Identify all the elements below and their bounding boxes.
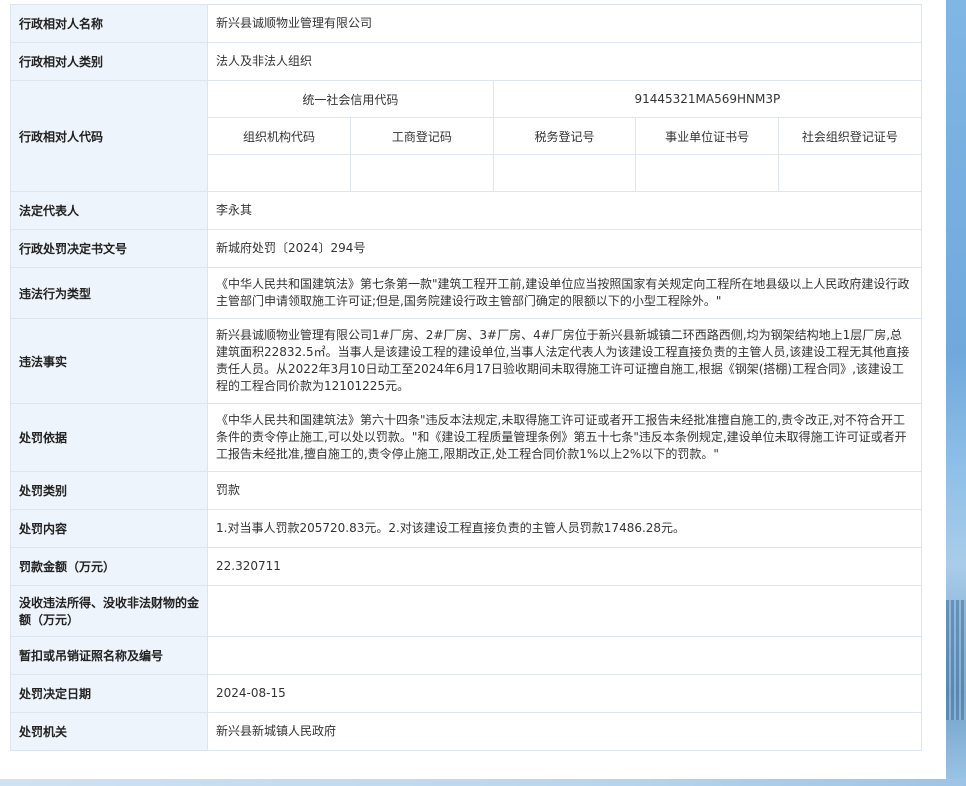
label-legal-rep: 法定代表人 — [10, 191, 208, 230]
value-penalty-content: 1.对当事人罚款205720.83元。2.对该建设工程直接负责的主管人员罚款17… — [207, 509, 922, 548]
tax-reg-value — [492, 154, 636, 191]
value-confiscation — [207, 585, 922, 637]
row-fine-amount: 罚款金额（万元） 22.320711 — [10, 547, 922, 586]
row-authority: 处罚机关 新兴县新城镇人民政府 — [10, 712, 922, 751]
label-violation-type: 违法行为类型 — [10, 267, 208, 319]
label-basis: 处罚依据 — [10, 403, 208, 472]
background-image-strip — [946, 0, 966, 786]
row-confiscation: 没收违法所得、没收非法财物的金额（万元） — [10, 585, 922, 637]
value-name: 新兴县诚顺物业管理有限公司 — [207, 4, 922, 43]
row-legal-rep: 法定代表人 李永其 — [10, 191, 922, 230]
value-doc-no: 新城府处罚〔2024〕294号 — [207, 229, 922, 268]
row-violation-type: 违法行为类型 《中华人民共和国建筑法》第七条第一款"建筑工程开工前,建设单位应当… — [10, 267, 922, 319]
org-code-value — [208, 154, 351, 191]
credit-code-label: 统一社会信用代码 — [302, 92, 399, 107]
label-date: 处罚决定日期 — [10, 674, 208, 713]
label-name: 行政相对人名称 — [10, 4, 208, 43]
row-penalty-content: 处罚内容 1.对当事人罚款205720.83元。2.对该建设工程直接负责的主管人… — [10, 509, 922, 548]
row-name: 行政相对人名称 新兴县诚顺物业管理有限公司 — [10, 4, 922, 43]
value-penalty-type: 罚款 — [207, 471, 922, 510]
org-code-header: 组织机构代码 — [208, 117, 351, 155]
value-legal-rep: 李永其 — [207, 191, 922, 230]
value-violation-facts: 新兴县诚顺物业管理有限公司1#厂房、2#厂房、3#厂房、4#厂房位于新兴县新城镇… — [207, 318, 922, 404]
code-subtable: 统一社会信用代码 91445321MA569HNM3P 组织机构代码 工商登记码… — [208, 81, 921, 191]
row-category: 行政相对人类别 法人及非法人组织 — [10, 42, 922, 81]
institution-cert-header: 事业单位证书号 — [635, 117, 779, 155]
label-code: 行政相对人代码 — [10, 80, 208, 192]
label-category: 行政相对人类别 — [10, 42, 208, 81]
value-license — [207, 636, 922, 675]
label-penalty-content: 处罚内容 — [10, 509, 208, 548]
credit-code-value: 91445321MA569HNM3P — [492, 81, 921, 118]
label-license: 暂扣或吊销证照名称及编号 — [10, 636, 208, 675]
row-violation-facts: 违法事实 新兴县诚顺物业管理有限公司1#厂房、2#厂房、3#厂房、4#厂房位于新… — [10, 318, 922, 404]
tax-reg-header: 税务登记号 — [492, 117, 636, 155]
row-penalty-type: 处罚类别 罚款 — [10, 471, 922, 510]
label-violation-facts: 违法事实 — [10, 318, 208, 404]
row-basis: 处罚依据 《中华人民共和国建筑法》第六十四条"违反本法规定,未取得施工许可证或者… — [10, 403, 922, 472]
value-authority: 新兴县新城镇人民政府 — [207, 712, 922, 751]
value-date: 2024-08-15 — [207, 674, 922, 713]
penalty-info-table: 行政相对人名称 新兴县诚顺物业管理有限公司 行政相对人类别 法人及非法人组织 行… — [10, 4, 922, 751]
row-date: 处罚决定日期 2024-08-15 — [10, 674, 922, 713]
background-buildings — [946, 600, 966, 720]
code-subtable-cell: 统一社会信用代码 91445321MA569HNM3P 组织机构代码 工商登记码… — [207, 80, 922, 192]
label-penalty-type: 处罚类别 — [10, 471, 208, 510]
business-reg-value — [350, 154, 494, 191]
social-org-value — [777, 154, 921, 191]
label-doc-no: 行政处罚决定书文号 — [10, 229, 208, 268]
background-bottom-strip — [0, 779, 966, 786]
row-license: 暂扣或吊销证照名称及编号 — [10, 636, 922, 675]
social-org-header: 社会组织登记证号 — [777, 117, 921, 155]
value-fine-amount: 22.320711 — [207, 547, 922, 586]
value-violation-type: 《中华人民共和国建筑法》第七条第一款"建筑工程开工前,建设单位应当按照国家有关规… — [207, 267, 922, 319]
label-confiscation: 没收违法所得、没收非法财物的金额（万元） — [10, 585, 208, 637]
row-code: 行政相对人代码 统一社会信用代码 91445321MA569HNM3P 组织机构… — [10, 80, 922, 192]
row-doc-no: 行政处罚决定书文号 新城府处罚〔2024〕294号 — [10, 229, 922, 268]
label-authority: 处罚机关 — [10, 712, 208, 751]
value-category: 法人及非法人组织 — [207, 42, 922, 81]
institution-cert-value — [635, 154, 779, 191]
label-fine-amount: 罚款金额（万元） — [10, 547, 208, 586]
value-basis: 《中华人民共和国建筑法》第六十四条"违反本法规定,未取得施工许可证或者开工报告未… — [207, 403, 922, 472]
business-reg-header: 工商登记码 — [350, 117, 494, 155]
